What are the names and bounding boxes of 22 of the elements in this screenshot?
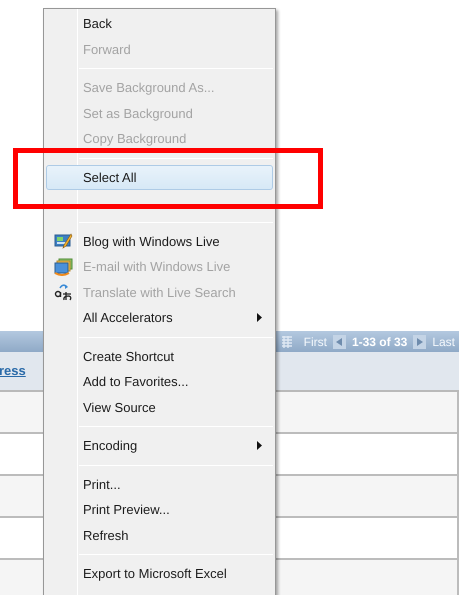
column-header-link[interactable]: ress bbox=[0, 361, 26, 381]
menu-item[interactable]: Refresh bbox=[46, 522, 273, 548]
menu-item[interactable]: Export to Microsoft Excel bbox=[46, 561, 273, 586]
menu-item[interactable]: Add to Favorites... bbox=[46, 369, 273, 394]
left-arrow-icon bbox=[336, 338, 342, 346]
menu-item[interactable]: Blog with Windows Live bbox=[46, 228, 273, 254]
previous-page-button[interactable] bbox=[332, 334, 346, 348]
menu-item[interactable]: Print Preview... bbox=[46, 497, 273, 522]
menu-item[interactable]: View Source bbox=[46, 394, 273, 420]
windows-stack-icon bbox=[54, 258, 73, 276]
translate-icon bbox=[54, 282, 73, 302]
menu-item[interactable]: Create Shortcut bbox=[46, 344, 273, 369]
menu-item[interactable]: Back bbox=[46, 11, 273, 36]
page-range: 1-33 of 33 bbox=[352, 334, 408, 350]
menu-item[interactable]: Print... bbox=[46, 472, 273, 497]
menu-item[interactable]: Encoding bbox=[46, 433, 273, 458]
menu-item[interactable]: Select All bbox=[46, 164, 273, 190]
menu-item[interactable]: All Accelerators bbox=[46, 305, 273, 330]
right-arrow-icon bbox=[416, 338, 423, 346]
blog-pen-icon bbox=[54, 232, 73, 250]
grid-icon bbox=[282, 336, 292, 348]
next-page-button[interactable] bbox=[413, 334, 426, 348]
